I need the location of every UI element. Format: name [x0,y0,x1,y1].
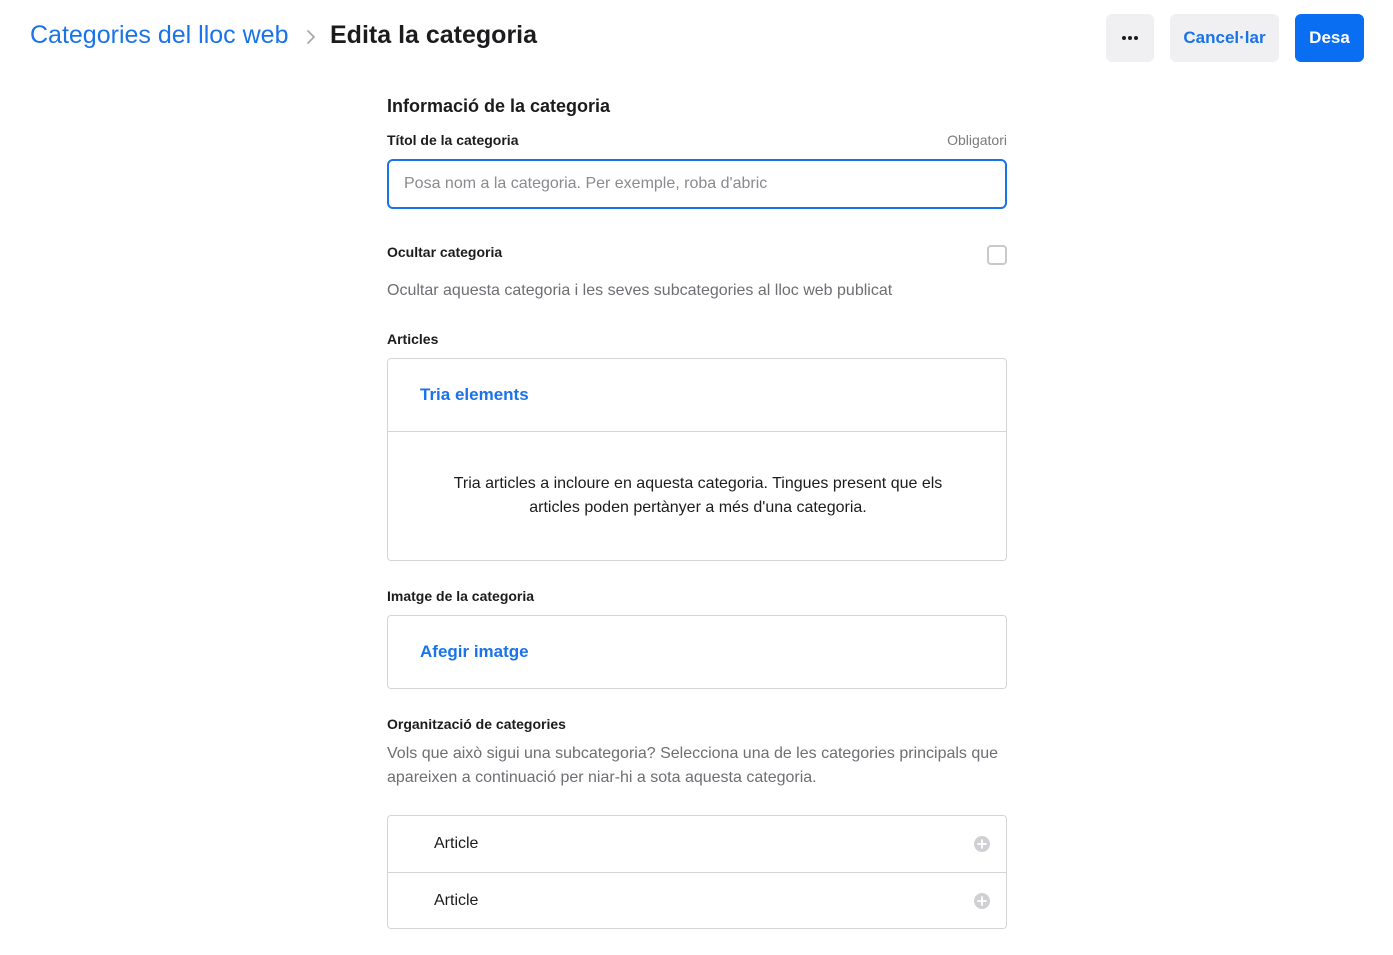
chevron-right-icon [307,30,315,44]
category-image-box: Afegir imatge [387,615,1007,689]
parent-categories-list: Article Article [387,815,1007,929]
more-horizontal-icon [1122,36,1138,40]
articles-label: Articles [387,331,439,347]
category-title-input[interactable] [387,159,1007,209]
parent-category-row[interactable]: Article [388,872,1006,928]
more-options-button[interactable] [1106,14,1154,62]
category-organization-help: Vols que això sigui una subcategoria? Se… [387,745,999,786]
required-indicator: Obligatori [947,132,1007,148]
articles-divider [388,431,1006,432]
page-header: Categories del lloc web Edita la categor… [0,0,1393,76]
section-title: Informació de la categoria [387,96,611,116]
save-button[interactable]: Desa [1295,14,1364,62]
parent-category-label: Article [434,835,479,852]
articles-empty-help: Tria articles a incloure en aquesta cate… [453,475,943,516]
choose-items-link[interactable]: Tria elements [420,385,529,405]
hide-category-checkbox[interactable] [987,245,1007,265]
parent-category-row[interactable]: Article [388,816,1006,872]
page-title: Edita la categoria [330,21,538,49]
category-organization-label: Organització de categories [387,716,566,732]
articles-box: Tria elements Tria articles a incloure e… [387,358,1007,561]
plus-circle-icon[interactable] [974,893,990,909]
breadcrumb-parent-link[interactable]: Categories del lloc web [30,21,288,50]
title-field-label: Títol de la categoria [387,132,519,148]
hide-category-label: Ocultar categoria [387,244,503,260]
category-image-label: Imatge de la categoria [387,588,535,604]
parent-category-label: Article [434,892,479,909]
plus-circle-icon[interactable] [974,836,990,852]
cancel-button[interactable]: Cancel·lar [1170,14,1279,62]
add-image-link[interactable]: Afegir imatge [420,642,529,662]
hide-category-help: Ocultar aquesta categoria i les seves su… [387,282,893,299]
